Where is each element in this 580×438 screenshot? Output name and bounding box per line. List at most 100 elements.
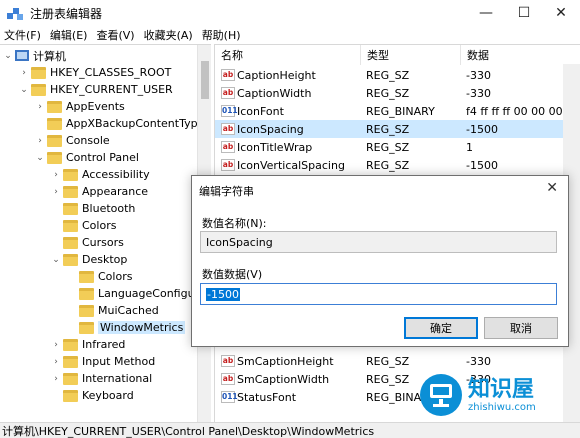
scrollbar-thumb[interactable] xyxy=(201,61,209,99)
string-value-icon: ab xyxy=(221,373,235,385)
value-name-field: IconSpacing xyxy=(200,231,557,253)
tree-item-label: MuiCached xyxy=(98,304,159,317)
menu-file[interactable]: 文件(F) xyxy=(4,27,41,43)
value-data-label: 数值数据(V) xyxy=(202,268,263,281)
chevron-right-icon[interactable]: › xyxy=(51,187,61,197)
tree-item-desktop[interactable]: ⌄ Desktop xyxy=(51,251,127,268)
string-value-icon: ab xyxy=(221,141,235,153)
tree-item-international[interactable]: › International xyxy=(51,370,152,387)
ok-button[interactable]: 确定 xyxy=(404,317,478,339)
tree-item-desktop-colors[interactable]: Colors xyxy=(67,268,132,285)
chevron-right-icon[interactable]: › xyxy=(35,136,45,146)
value-type: REG_SZ xyxy=(366,122,410,136)
value-data: -330 xyxy=(466,86,491,100)
column-header-data[interactable]: 数据 xyxy=(461,45,580,65)
list-row[interactable]: ab IconTitleWrap REG_SZ 1 xyxy=(215,138,580,156)
folder-icon xyxy=(63,355,78,368)
list-row[interactable]: ab CaptionHeight REG_SZ -330 xyxy=(215,66,580,84)
value-data: -1500 xyxy=(466,122,498,136)
tree-item-bluetooth[interactable]: Bluetooth xyxy=(51,200,135,217)
menu-favorites[interactable]: 收藏夹(A) xyxy=(144,27,193,43)
value-name: SmCaptionWidth xyxy=(237,372,330,386)
tree-item-input-method[interactable]: › Input Method xyxy=(51,353,155,370)
string-value-icon: ab xyxy=(221,69,235,81)
tree-item-label: AppXBackupContentType xyxy=(66,117,205,130)
chevron-right-icon[interactable]: › xyxy=(19,68,29,78)
tree-item-accessibility[interactable]: › Accessibility xyxy=(51,166,150,183)
string-value-icon: ab xyxy=(221,159,235,171)
value-data: -1500 xyxy=(466,158,498,172)
chevron-down-icon[interactable]: ⌄ xyxy=(35,153,45,163)
folder-icon xyxy=(63,185,78,198)
list-row[interactable]: ab IconVerticalSpacing REG_SZ -1500 xyxy=(215,156,580,174)
tree-item-cursors[interactable]: Cursors xyxy=(51,234,124,251)
chevron-down-icon[interactable]: ⌄ xyxy=(19,85,29,95)
tree-item-hkcr[interactable]: › HKEY_CLASSES_ROOT xyxy=(19,64,171,81)
string-value-icon: ab xyxy=(221,355,235,367)
tree-item-appxbackup[interactable]: AppXBackupContentType xyxy=(35,115,204,132)
value-data-text[interactable]: -1500 xyxy=(206,287,240,301)
tree-item-label: AppEvents xyxy=(66,100,125,113)
menu-view[interactable]: 查看(V) xyxy=(96,27,134,43)
tree-item-languageconfiguration[interactable]: LanguageConfiguration xyxy=(67,285,211,302)
tree-item-label: International xyxy=(82,372,153,385)
tree-item-label: Colors xyxy=(98,270,133,283)
chevron-right-icon[interactable]: › xyxy=(35,102,45,112)
value-type: REG_BINARY xyxy=(366,104,435,118)
value-data: -330 xyxy=(466,68,491,82)
chevron-down-icon[interactable]: ⌄ xyxy=(3,51,13,61)
tree-item-appearance[interactable]: › Appearance xyxy=(51,183,148,200)
folder-icon xyxy=(31,83,46,96)
tree-item-control-panel[interactable]: ⌄ Control Panel xyxy=(35,149,139,166)
regedit-icon xyxy=(7,6,23,20)
tree-item-computer[interactable]: ⌄ 计算机 xyxy=(3,47,66,64)
chevron-right-icon[interactable]: › xyxy=(51,340,61,350)
folder-icon xyxy=(63,202,78,215)
maximize-button[interactable]: ☐ xyxy=(505,0,543,26)
computer-icon xyxy=(15,50,29,61)
menu-help[interactable]: 帮助(H) xyxy=(202,27,241,43)
tree-item-hkcu[interactable]: ⌄ HKEY_CURRENT_USER xyxy=(19,81,172,98)
watermark-brand: 知识屋 xyxy=(468,376,535,402)
tree-item-label: Control Panel xyxy=(66,151,139,164)
tree-item-muicached[interactable]: MuiCached xyxy=(67,302,159,319)
minimize-button[interactable]: — xyxy=(467,0,505,26)
folder-icon xyxy=(63,372,78,385)
chevron-right-icon[interactable]: › xyxy=(51,357,61,367)
tree-item-infrared[interactable]: › Infrared xyxy=(51,336,125,353)
tree-item-label: Appearance xyxy=(82,185,149,198)
tree-item-colors[interactable]: Colors xyxy=(51,217,116,234)
tree-item-appevents[interactable]: › AppEvents xyxy=(35,98,125,115)
folder-icon xyxy=(63,236,78,249)
list-row[interactable]: 011 IconFont REG_BINARY f4 ff ff ff 00 00 0… xyxy=(215,102,580,120)
cancel-button[interactable]: 取消 xyxy=(484,317,558,339)
folder-icon xyxy=(79,321,94,334)
list-row[interactable]: ab CaptionWidth REG_SZ -330 xyxy=(215,84,580,102)
value-type: REG_SZ xyxy=(366,354,410,368)
column-header-name[interactable]: 名称 xyxy=(215,45,361,65)
folder-icon xyxy=(63,168,78,181)
list-row[interactable]: ab IconSpacing REG_SZ -1500 xyxy=(215,120,580,138)
tree-item-windowmetrics[interactable]: WindowMetrics xyxy=(67,319,186,336)
tree-item-console[interactable]: › Console xyxy=(35,132,109,149)
menu-edit[interactable]: 编辑(E) xyxy=(50,27,88,43)
chevron-down-icon[interactable]: ⌄ xyxy=(51,255,61,265)
value-data-input[interactable]: -1500 xyxy=(200,283,557,305)
string-value-icon: ab xyxy=(221,87,235,99)
tree-item-keyboard[interactable]: Keyboard xyxy=(51,387,134,404)
value-name: IconSpacing xyxy=(237,122,304,136)
value-data: 1 xyxy=(466,140,473,154)
dialog-close-button[interactable]: ✕ xyxy=(546,180,558,196)
chevron-right-icon[interactable]: › xyxy=(51,374,61,384)
folder-icon xyxy=(79,287,94,300)
folder-icon xyxy=(63,389,78,402)
folder-icon xyxy=(79,270,94,283)
chevron-right-icon[interactable]: › xyxy=(51,170,61,180)
tree-item-label: Infrared xyxy=(82,338,126,351)
value-name: CaptionHeight xyxy=(237,68,316,82)
column-header-type[interactable]: 类型 xyxy=(361,45,461,65)
folder-icon xyxy=(63,253,78,266)
close-button[interactable]: ✕ xyxy=(542,0,580,26)
tree-item-label: Bluetooth xyxy=(82,202,136,215)
edit-string-dialog: 编辑字符串 ✕ 数值名称(N): IconSpacing 数值数据(V) -15… xyxy=(191,175,569,347)
